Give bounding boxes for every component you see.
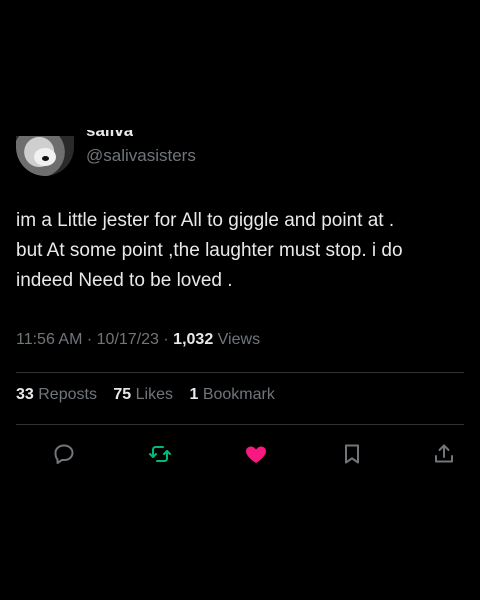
like-button[interactable] — [238, 436, 274, 472]
display-name-text: saliva — [86, 130, 134, 140]
repost-icon — [149, 446, 171, 462]
views-count: 1,032 — [173, 331, 214, 348]
bookmarks-label: Bookmark — [202, 386, 275, 403]
reply-icon — [54, 444, 74, 464]
tweet-detail: saliva @salivasisters im a Little jester… — [0, 0, 480, 600]
like-icon — [246, 446, 266, 463]
bookmark-button[interactable] — [334, 436, 370, 472]
likes-label: Likes — [135, 386, 174, 403]
action-bar — [0, 436, 480, 472]
share-button[interactable] — [426, 436, 462, 472]
meta-separator: · — [163, 331, 169, 348]
likes-stat[interactable]: 75 Likes — [113, 386, 177, 403]
tweet-time[interactable]: 11:56 AM — [16, 331, 82, 348]
tweet-text: im a Little jester for All to giggle and… — [16, 210, 403, 291]
views-label: Views — [217, 331, 261, 348]
repost-button[interactable] — [142, 436, 178, 472]
tweet-header: saliva @salivasisters — [16, 130, 456, 180]
avatar[interactable] — [16, 136, 74, 176]
likes-count: 75 — [113, 386, 132, 403]
divider — [16, 424, 464, 425]
engagement-stats: 33 Reposts 75 Likes 1 Bookmark — [16, 386, 287, 404]
tweet-date[interactable]: 10/17/23 — [97, 331, 159, 348]
reposts-stat[interactable]: 33 Reposts — [16, 386, 101, 403]
reposts-count: 33 — [16, 386, 34, 403]
user-handle[interactable]: @salivasisters — [86, 146, 196, 166]
reply-button[interactable] — [46, 436, 82, 472]
reposts-label: Reposts — [38, 386, 97, 403]
bookmarks-stat[interactable]: 1 Bookmark — [189, 386, 274, 403]
display-name[interactable]: saliva — [86, 130, 133, 140]
tweet-meta: 11:56 AM · 10/17/23 · 1,032 Views — [16, 331, 260, 349]
avatar-nose — [42, 156, 49, 161]
bookmarks-count: 1 — [189, 386, 199, 403]
bookmark-icon — [345, 444, 359, 464]
divider — [16, 372, 464, 373]
share-icon — [435, 444, 453, 463]
meta-separator: · — [86, 331, 93, 348]
